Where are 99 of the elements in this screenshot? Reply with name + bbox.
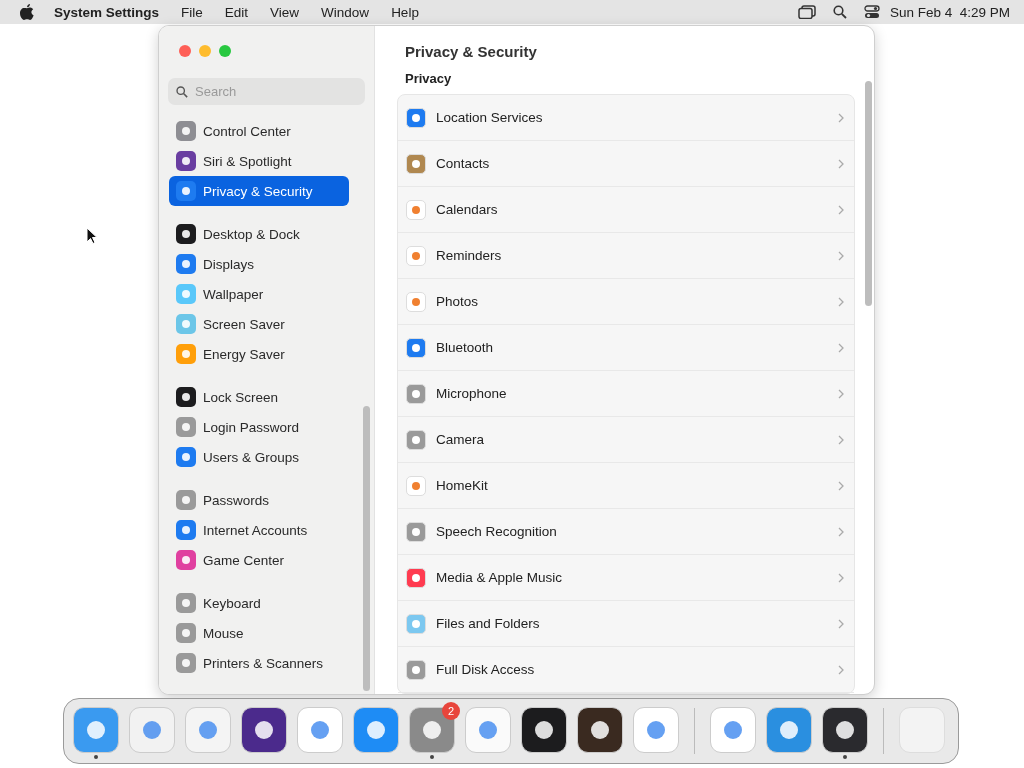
tile-icon — [406, 199, 426, 220]
tile-icon — [176, 447, 196, 467]
chevron-icon — [838, 342, 844, 353]
tile-icon — [406, 521, 426, 542]
list-row[interactable]: Location Services — [398, 95, 854, 141]
tile-icon — [406, 153, 426, 174]
tile-icon — [176, 417, 196, 437]
list-row[interactable]: HomeKit — [398, 463, 854, 509]
sidebar-item[interactable]: Game Center — [169, 545, 349, 575]
tile-icon — [176, 314, 196, 334]
list-row[interactable]: Media & Apple Music — [398, 555, 854, 601]
search-icon[interactable] — [832, 5, 847, 19]
chevron-icon — [838, 480, 844, 491]
tile-icon — [406, 613, 426, 634]
sidebar-item[interactable]: Internet Accounts — [169, 515, 349, 545]
tile-icon — [176, 387, 196, 407]
list-row[interactable]: Reminders — [398, 233, 854, 279]
sidebar-item[interactable]: Keyboard — [169, 588, 349, 618]
tile-icon — [176, 181, 196, 201]
menu-item[interactable]: View — [270, 4, 300, 20]
tile-icon — [176, 653, 196, 673]
apple-icon[interactable] — [20, 4, 34, 20]
list-row[interactable]: Full Disk Access — [398, 647, 854, 693]
windows-icon[interactable] — [797, 5, 816, 19]
minimize-button[interactable] — [199, 45, 211, 57]
close-button[interactable] — [179, 45, 191, 57]
menu-item[interactable]: File — [181, 4, 203, 20]
chevron-icon — [838, 250, 844, 261]
app-icon[interactable] — [822, 707, 868, 753]
tile-icon — [176, 121, 196, 141]
scroll-thumb[interactable] — [865, 81, 872, 306]
sidebar-item[interactable]: Printers & Scanners — [169, 648, 349, 678]
chevron-icon — [838, 572, 844, 583]
tile-icon — [406, 567, 426, 588]
list-row[interactable]: Camera — [398, 417, 854, 463]
search-field[interactable]: Search — [168, 78, 365, 105]
tile-icon — [176, 254, 196, 274]
sidebar-item[interactable]: Users & Groups — [169, 442, 349, 472]
tile-icon — [406, 245, 426, 266]
chevron-icon — [838, 434, 844, 445]
list-row[interactable]: Calendars — [398, 187, 854, 233]
list-row[interactable]: Speech Recognition — [398, 509, 854, 555]
app-icon[interactable] — [577, 707, 623, 753]
page-title: Privacy & Security — [404, 42, 538, 62]
tile-icon — [176, 623, 196, 643]
sidebar-item[interactable]: Control Center — [169, 116, 349, 146]
tile-icon — [176, 593, 196, 613]
app-menu[interactable]: System Settings — [54, 4, 160, 20]
list-row[interactable]: Contacts — [398, 141, 854, 187]
sidebar-item[interactable]: Lock Screen — [169, 382, 349, 412]
tile-icon — [406, 429, 426, 450]
tile-icon — [176, 490, 196, 510]
chevron-icon — [838, 664, 844, 675]
toggles-icon[interactable] — [863, 5, 880, 19]
scroll-thumb[interactable] — [363, 406, 370, 691]
list-row[interactable]: Bluetooth — [398, 325, 854, 371]
sidebar-item[interactable]: Privacy & Security — [169, 176, 349, 206]
chevron-icon — [838, 618, 844, 629]
search-icon — [176, 86, 188, 98]
sidebar-item[interactable]: Desktop & Dock — [169, 219, 349, 249]
tile-icon — [176, 344, 196, 364]
cursor-icon — [86, 227, 98, 245]
tile-icon — [406, 291, 426, 312]
tile-icon — [406, 337, 426, 358]
list-row[interactable]: Photos — [398, 279, 854, 325]
chevron-icon — [838, 204, 844, 215]
app-icon[interactable] — [241, 707, 287, 753]
tile-icon — [406, 475, 426, 496]
sidebar-item[interactable]: Mouse — [169, 618, 349, 648]
list-row[interactable]: Files and Folders — [398, 601, 854, 647]
notification-badge: 2 — [442, 702, 460, 720]
menu-item[interactable]: Help — [391, 4, 419, 20]
chevron-icon — [838, 112, 844, 123]
zoom-button[interactable] — [219, 45, 231, 57]
tile-icon — [176, 550, 196, 570]
tile-icon — [176, 520, 196, 540]
sidebar-item[interactable]: Screen Saver — [169, 309, 349, 339]
chevron-icon — [838, 526, 844, 537]
clock[interactable]: Sun Feb 4 4:29 PM — [889, 4, 1010, 20]
sidebar-item[interactable]: Login Password — [169, 412, 349, 442]
menu-item[interactable]: Window — [321, 4, 370, 20]
menu-item[interactable]: Edit — [224, 4, 249, 20]
tile-icon — [176, 224, 196, 244]
tile-icon — [406, 107, 426, 128]
tile-icon — [176, 151, 196, 171]
sidebar-item[interactable]: Siri & Spotlight — [169, 146, 349, 176]
tile-icon — [406, 383, 426, 404]
sidebar-item[interactable]: Displays — [169, 249, 349, 279]
app-icon[interactable] — [521, 707, 567, 753]
tile-icon — [406, 659, 426, 680]
sidebar-item[interactable]: Energy Saver — [169, 339, 349, 369]
chevron-icon — [838, 388, 844, 399]
list-row[interactable]: Microphone — [398, 371, 854, 417]
section-heading: Privacy — [404, 69, 453, 88]
chevron-icon — [838, 296, 844, 307]
sidebar-item[interactable]: Passwords — [169, 485, 349, 515]
chevron-icon — [838, 158, 844, 169]
sidebar-item[interactable]: Wallpaper — [169, 279, 349, 309]
tile-icon — [176, 284, 196, 304]
